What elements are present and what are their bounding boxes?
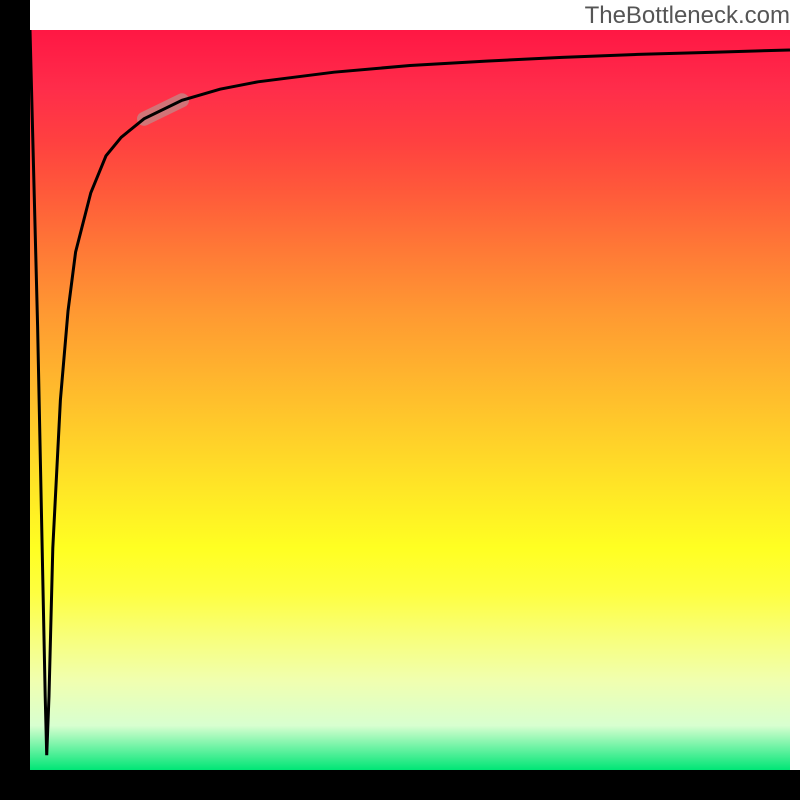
chart-container: TheBottleneck.com — [0, 0, 800, 800]
curve-svg — [30, 30, 790, 770]
watermark-text: TheBottleneck.com — [585, 2, 790, 30]
y-axis — [0, 0, 30, 800]
plot-area — [30, 30, 790, 770]
x-axis — [0, 770, 800, 800]
bottleneck-curve — [30, 30, 790, 755]
